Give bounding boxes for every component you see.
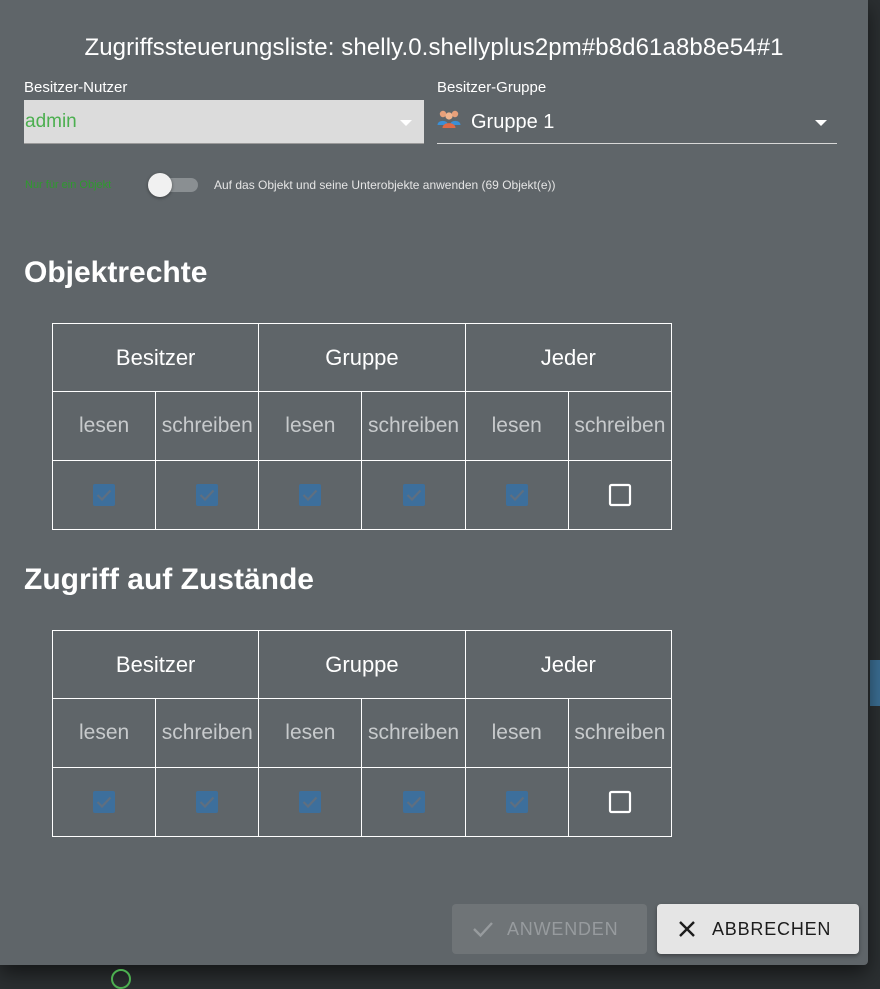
background-strip — [870, 660, 880, 706]
sub-header-read: lesen — [51, 391, 157, 461]
sub-header-write: schreiben — [155, 391, 260, 461]
owner-write-checkbox[interactable] — [195, 483, 219, 507]
sub-header-write: schreiben — [155, 698, 260, 768]
header-everyone: Jeder — [464, 323, 673, 392]
check-icon — [472, 919, 494, 944]
header-group: Gruppe — [258, 323, 466, 392]
sub-header-read: lesen — [51, 698, 157, 768]
state-rights-title: Zugriff auf Zustände — [24, 563, 314, 596]
owner-read-checkbox[interactable] — [92, 790, 116, 814]
header-owner: Besitzer — [51, 630, 260, 699]
recursive-toggle[interactable] — [148, 171, 200, 199]
group-write-checkbox[interactable] — [402, 790, 426, 814]
owner-group-select[interactable]: Gruppe 1 — [437, 100, 837, 144]
sub-header-read: lesen — [464, 698, 569, 768]
group-write-checkbox[interactable] — [402, 483, 426, 507]
status-indicator — [111, 969, 131, 989]
owner-user-select[interactable]: admin — [24, 100, 424, 144]
chevron-down-icon — [400, 120, 412, 126]
dialog-title: Zugriffssteuerungsliste: shelly.0.shelly… — [84, 34, 784, 61]
sub-header-write: schreiben — [361, 391, 466, 461]
header-owner: Besitzer — [51, 323, 260, 392]
sub-header-write: schreiben — [361, 698, 466, 768]
everyone-read-checkbox[interactable] — [505, 790, 529, 814]
apply-button[interactable]: ANWENDEN — [452, 904, 647, 954]
sub-header-read: lesen — [258, 698, 363, 768]
sub-header-write: schreiben — [567, 391, 673, 461]
owner-write-checkbox[interactable] — [195, 790, 219, 814]
object-rights-table: Besitzer Gruppe Jeder lesen schreiben le… — [51, 323, 673, 530]
owner-user-label: Besitzer-Nutzer — [24, 79, 128, 96]
sub-header-read: lesen — [258, 391, 363, 461]
everyone-write-checkbox[interactable] — [608, 790, 632, 814]
owner-user-value: admin — [25, 111, 77, 132]
group-read-checkbox[interactable] — [298, 790, 322, 814]
everyone-read-checkbox[interactable] — [505, 483, 529, 507]
close-icon — [677, 919, 697, 944]
owner-read-checkbox[interactable] — [92, 483, 116, 507]
apply-button-label: ANWENDEN — [507, 919, 619, 939]
sub-header-read: lesen — [464, 391, 569, 461]
state-rights-table: Besitzer Gruppe Jeder lesen schreiben le… — [51, 630, 673, 837]
chevron-down-icon — [815, 120, 827, 126]
toggle-thumb[interactable] — [148, 173, 172, 197]
owner-group-value: Gruppe 1 — [471, 111, 555, 133]
cancel-button[interactable]: ABBRECHEN — [657, 904, 859, 954]
recursive-switch-row: Nur für ein Objekt Auf das Objekt und se… — [24, 171, 724, 199]
switch-left-label: Nur für ein Objekt — [25, 179, 112, 191]
header-everyone: Jeder — [464, 630, 673, 699]
owner-group-label: Besitzer-Gruppe — [437, 79, 547, 96]
switch-right-label: Auf das Objekt und seine Unterobjekte an… — [214, 178, 556, 192]
group-read-checkbox[interactable] — [298, 483, 322, 507]
users-group-icon — [437, 107, 461, 134]
everyone-write-checkbox[interactable] — [608, 483, 632, 507]
cancel-button-label: ABBRECHEN — [712, 919, 832, 939]
header-group: Gruppe — [258, 630, 466, 699]
sub-header-write: schreiben — [567, 698, 673, 768]
acl-dialog: Zugriffssteuerungsliste: shelly.0.shelly… — [0, 0, 868, 965]
object-rights-title: Objektrechte — [24, 256, 208, 289]
